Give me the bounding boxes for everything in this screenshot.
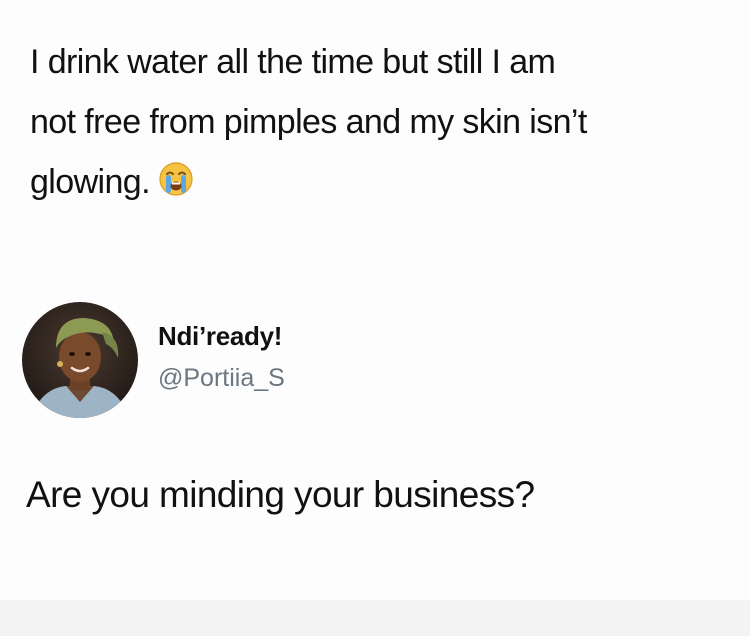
loudly-crying-face-icon: [158, 156, 194, 216]
tweet-text: I drink water all the time but still I a…: [30, 32, 730, 216]
avatar[interactable]: [22, 302, 138, 418]
bottom-strip: [0, 600, 750, 636]
tweet-text-line: glowing.: [30, 152, 730, 216]
reply-text: Are you minding your business?: [26, 474, 535, 515]
tweet-text-line: not free from pimples and my skin isn’t: [30, 103, 587, 141]
tweet-card: I drink water all the time but still I a…: [0, 0, 750, 600]
author-handle[interactable]: @Portiia_S: [158, 364, 285, 393]
tweet-text-line: I drink water all the time but still I a…: [30, 43, 556, 81]
author-display-name[interactable]: Ndi’ready!: [158, 321, 282, 352]
tweet-text-line-end: glowing.: [30, 163, 151, 201]
